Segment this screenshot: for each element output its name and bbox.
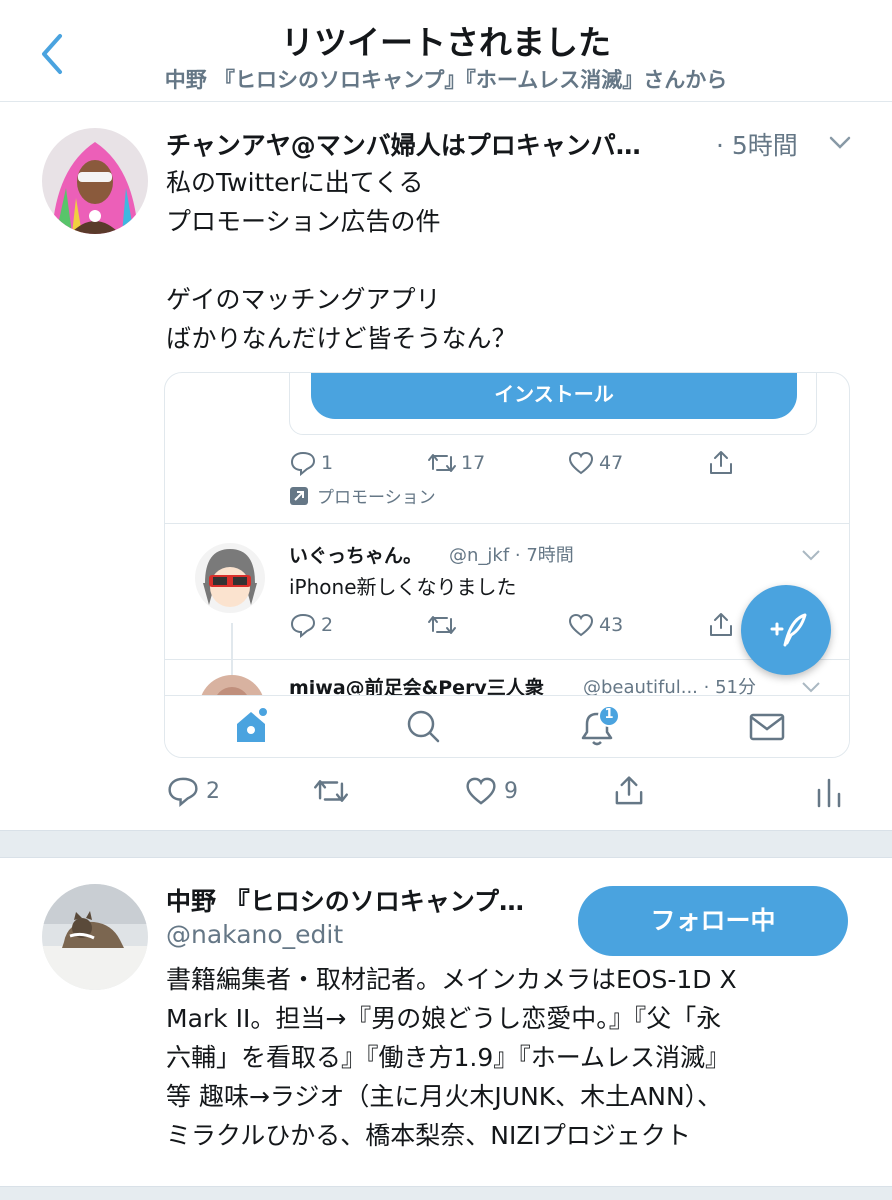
promo-like-count: 47: [599, 452, 624, 474]
reply-text: iPhone新しくなりました: [289, 575, 517, 599]
promo-like: 47: [567, 449, 623, 477]
chevron-down-icon: [801, 547, 821, 566]
profile-bio: 書籍編集者・取材記者。メインカメラはEOS-1D X Mark II。担当→『男…: [166, 960, 842, 1155]
bio-line: 六輔」を看取る』『働き方1.9』『ホームレス消滅』: [166, 1043, 731, 1072]
share-icon: [615, 776, 643, 805]
reply-icon: [290, 451, 316, 477]
reply-like-count: 43: [599, 614, 624, 636]
bio-line: 等 趣味→ラジオ（主に月火木JUNK、木土ANN）、: [166, 1082, 723, 1111]
reply-reply-count: 2: [321, 614, 334, 636]
section-gap: [0, 1186, 892, 1200]
reply-icon: [168, 777, 198, 807]
home-icon: [237, 706, 269, 742]
promo-retweet-count: 17: [461, 452, 486, 474]
profile-handle[interactable]: @nakano_edit: [166, 920, 343, 949]
bio-line: Mark II。担当→『男の娘どうし恋愛中。』『父「永: [166, 1004, 722, 1033]
promoted-label: プロモーション: [289, 483, 436, 508]
like-count: 9: [504, 778, 518, 804]
share-action[interactable]: [612, 774, 652, 808]
tab-bar: 1: [165, 695, 849, 757]
retweet-icon: [428, 616, 456, 634]
promo-retweet: 17: [427, 449, 485, 477]
search-icon: [407, 710, 440, 743]
reply-count: 2: [206, 778, 220, 804]
like-icon: [568, 451, 594, 475]
notification-badge: 1: [604, 707, 614, 722]
reply-author-avatar: [195, 543, 265, 613]
profile-name[interactable]: 中野 『ヒロシのソロキャンプ…: [166, 882, 524, 918]
compose-icon: [770, 613, 807, 647]
tab-messages: [747, 706, 787, 750]
reply-icon: [290, 613, 316, 639]
tweet-line: [166, 241, 517, 280]
reply-reply: 2: [289, 611, 333, 639]
share-icon: [710, 613, 732, 636]
share-icon: [710, 451, 732, 474]
tweet-line: ばかりなんだけど皆そうなん？: [166, 324, 517, 353]
promo-reply-count: 1: [321, 452, 334, 474]
like-action[interactable]: 9: [464, 774, 518, 808]
attached-image[interactable]: インストール 1 17 47 プロモーション いぐっちゃん。 @n_jkf · …: [164, 372, 850, 758]
retweet-icon: [314, 780, 348, 802]
bio-line: 書籍編集者・取材記者。メインカメラはEOS-1D X: [166, 965, 737, 994]
promoted-text: プロモーション: [317, 488, 436, 508]
compose-button: [741, 585, 831, 675]
tweet-text: 私のTwitterに出てくる プロモーション広告の件 ゲイのマッチングアプリ ば…: [166, 163, 517, 358]
analytics-icon: [817, 778, 841, 808]
header: リツイートされました 中野 『ヒロシのソロキャンプ』『ホームレス消滅』さんから: [0, 0, 892, 102]
like-icon: [466, 777, 496, 805]
profile-avatar[interactable]: [42, 884, 148, 990]
promo-share: [707, 449, 739, 477]
header-title: リツイートされました: [281, 23, 611, 62]
tweet-line: プロモーション広告の件: [166, 207, 441, 236]
reply-like: 43: [567, 611, 623, 639]
section-gap: [0, 830, 892, 858]
tweet-line: 私のTwitterに出てくる: [166, 168, 424, 197]
install-button: インストール: [311, 373, 797, 419]
bio-line: ミラクルひかる、橋本梨奈、NIZIプロジェクト: [166, 1121, 691, 1150]
header-subtitle[interactable]: 中野 『ヒロシのソロキャンプ』『ホームレス消滅』さんから: [0, 64, 892, 94]
author-avatar[interactable]: [42, 128, 148, 234]
tweet-detail-screen: リツイートされました 中野 『ヒロシのソロキャンプ』『ホームレス消滅』さんから …: [0, 0, 892, 1200]
chevron-down-icon[interactable]: [828, 132, 852, 156]
following-button[interactable]: フォロー中: [578, 886, 848, 956]
tab-home: [231, 706, 271, 750]
reply-author-meta: @n_jkf · 7時間: [449, 545, 574, 566]
tweet-time: · 5時間: [716, 131, 798, 160]
tab-search: [403, 706, 443, 750]
promoted-icon: [290, 486, 308, 505]
reply-author-name: いぐっちゃん。: [289, 545, 423, 567]
reply-action[interactable]: 2: [166, 774, 220, 808]
retweet-icon: [428, 454, 456, 472]
mail-icon: [749, 713, 785, 741]
tweet-author-name[interactable]: チャンアヤ@マンバ婦人はプロキャンパ…: [166, 126, 641, 162]
retweet-action[interactable]: [312, 774, 356, 808]
divider: [165, 523, 849, 524]
like-icon: [568, 613, 594, 637]
reply-retweet: [427, 611, 461, 639]
tab-notifications: 1: [575, 705, 620, 754]
reply-share: [707, 611, 739, 639]
tweet-line: ゲイのマッチングアプリ: [166, 285, 441, 314]
promo-reply: 1: [289, 449, 333, 477]
analytics-action[interactable]: [814, 774, 850, 808]
